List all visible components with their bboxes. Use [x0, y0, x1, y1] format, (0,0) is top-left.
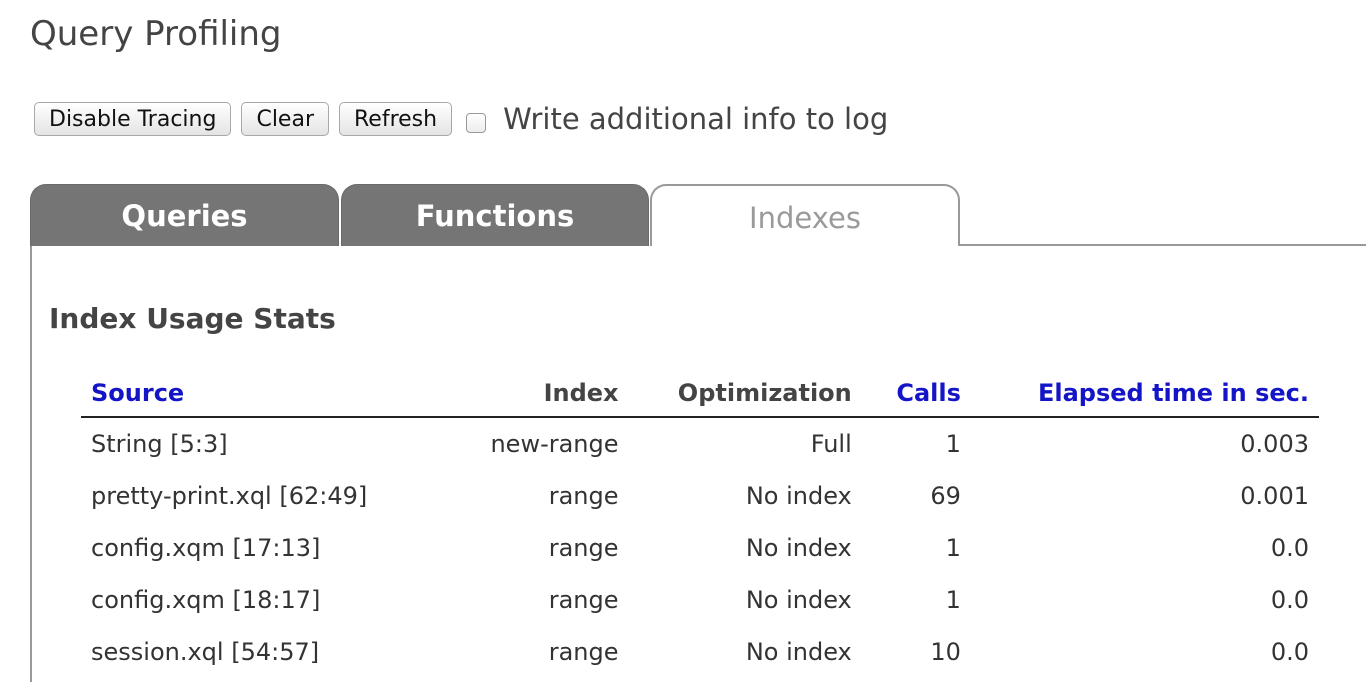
toolbar: Disable Tracing Clear Refresh Write addi…	[34, 102, 888, 136]
cell-elapsed: 0.001	[1240, 482, 1309, 510]
table-row: String [5:3] new-range Full 1 0.003	[81, 417, 1319, 470]
cell-optimization: No index	[745, 534, 852, 562]
write-log-checkbox[interactable]	[466, 113, 487, 133]
index-stats-table: Source Index Optimization Calls Elapsed …	[81, 370, 1319, 678]
cell-optimization: No index	[745, 586, 852, 614]
table-row: session.xql [54:57] range No index 10 0.…	[81, 626, 1319, 678]
table-row: config.xqm [17:13] range No index 1 0.0	[81, 522, 1319, 574]
cell-index: new-range	[490, 430, 619, 458]
column-header-index: Index	[451, 370, 629, 418]
indexes-panel: Index Usage Stats Source Index Optimizat…	[30, 246, 1366, 682]
cell-source: String [5:3]	[91, 430, 228, 458]
write-log-label: Write additional info to log	[503, 102, 889, 136]
column-header-source[interactable]: Source	[81, 370, 452, 418]
table-row: config.xqm [18:17] range No index 1 0.0	[81, 574, 1319, 626]
cell-source: session.xql [54:57]	[91, 638, 320, 666]
cell-source: pretty-print.xql [62:49]	[91, 482, 368, 510]
section-title: Index Usage Stats	[49, 302, 336, 335]
column-header-elapsed[interactable]: Elapsed time in sec.	[970, 370, 1319, 418]
cell-calls: 69	[930, 482, 961, 510]
cell-source: config.xqm [17:13]	[91, 534, 321, 562]
cell-elapsed: 0.0	[1270, 586, 1309, 614]
table-row: pretty-print.xql [62:49] range No index …	[81, 470, 1319, 522]
table-header-row: Source Index Optimization Calls Elapsed …	[81, 370, 1319, 418]
cell-source: config.xqm [18:17]	[91, 586, 321, 614]
cell-index: range	[548, 586, 619, 614]
column-header-calls[interactable]: Calls	[861, 370, 971, 418]
disable-tracing-button[interactable]: Disable Tracing	[34, 102, 232, 136]
cell-index: range	[548, 638, 619, 666]
column-header-optimization: Optimization	[628, 370, 862, 418]
cell-optimization: No index	[745, 638, 852, 666]
cell-calls: 10	[930, 638, 961, 666]
clear-button[interactable]: Clear	[241, 102, 329, 136]
cell-elapsed: 0.003	[1240, 430, 1309, 458]
cell-optimization: No index	[745, 482, 852, 510]
cell-index: range	[548, 534, 619, 562]
cell-optimization: Full	[810, 430, 852, 458]
tab-queries[interactable]: Queries	[30, 184, 339, 246]
page-title: Query Profiling	[30, 14, 282, 54]
cell-calls: 1	[945, 586, 961, 614]
cell-elapsed: 0.0	[1270, 638, 1309, 666]
tab-indexes[interactable]: Indexes	[650, 184, 960, 246]
tab-functions[interactable]: Functions	[341, 184, 649, 246]
cell-elapsed: 0.0	[1270, 534, 1309, 562]
refresh-button[interactable]: Refresh	[339, 102, 453, 136]
tab-bar: Queries Functions Indexes	[30, 184, 1366, 246]
cell-index: range	[548, 482, 619, 510]
cell-calls: 1	[945, 534, 961, 562]
cell-calls: 1	[945, 430, 961, 458]
